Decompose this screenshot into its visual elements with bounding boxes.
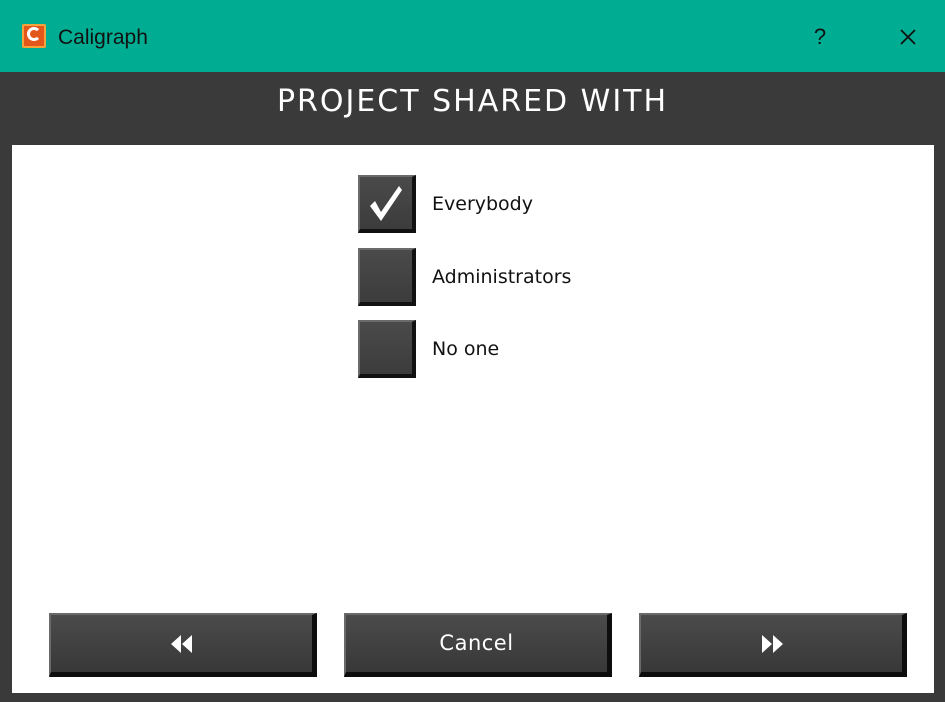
everybody-label: Everybody	[432, 193, 533, 215]
no-one-label: No one	[432, 338, 500, 360]
back-button[interactable]	[49, 613, 317, 677]
header-title: PROJECT SHARED WITH	[276, 84, 669, 119]
checkmark-icon	[370, 186, 402, 221]
dialog-window: Caligraph ? PROJECT SHARED WITH Everybod…	[0, 0, 945, 702]
title-bar: Caligraph ?	[0, 0, 945, 72]
window-title: Caligraph	[58, 26, 148, 49]
rewind-icon	[170, 634, 192, 653]
help-button[interactable]: ?	[800, 18, 840, 56]
administrators-label: Administrators	[432, 266, 572, 288]
no-one-checkbox[interactable]	[358, 320, 416, 378]
caligraph-logo-icon	[22, 24, 46, 48]
option-administrators[interactable]: Administrators	[358, 248, 678, 308]
cancel-button[interactable]: Cancel	[344, 613, 612, 677]
section-header: PROJECT SHARED WITH	[10, 72, 935, 132]
fast-forward-icon	[761, 634, 783, 653]
next-button[interactable]	[639, 613, 907, 677]
content-panel: Everybody Administrators No one Cancel	[12, 145, 934, 693]
option-no-one[interactable]: No one	[358, 320, 678, 380]
administrators-checkbox[interactable]	[358, 248, 416, 306]
close-button[interactable]	[888, 18, 928, 56]
close-icon	[900, 29, 916, 45]
cancel-label: Cancel	[439, 631, 514, 655]
option-everybody[interactable]: Everybody	[358, 175, 678, 235]
everybody-checkbox[interactable]	[358, 175, 416, 233]
